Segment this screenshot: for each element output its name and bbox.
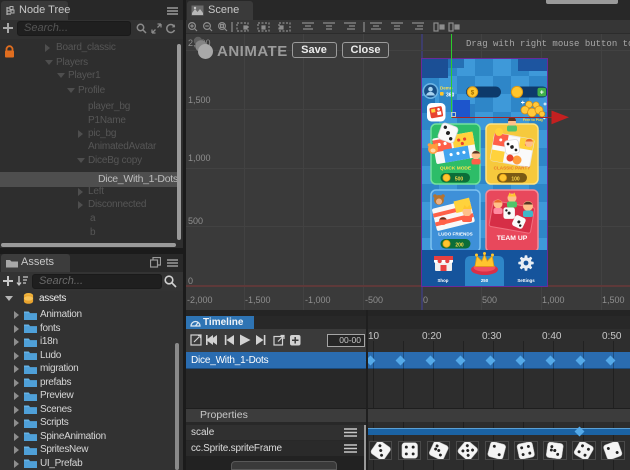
svg-text:$: $: [471, 89, 475, 96]
svg-text:500: 500: [455, 177, 464, 183]
svg-text:CLASSIC PARTY: CLASSIC PARTY: [494, 166, 531, 171]
svg-text:250: 250: [481, 278, 489, 283]
svg-text:Shop: Shop: [438, 278, 449, 283]
svg-text:Free to Play: Free to Play: [523, 118, 543, 122]
svg-text:Settings: Settings: [517, 278, 535, 283]
svg-text:+: +: [540, 90, 544, 97]
svg-text:TEAM UP: TEAM UP: [497, 235, 528, 242]
svg-text:200: 200: [455, 243, 464, 249]
svg-text:LUDO FRIENDS: LUDO FRIENDS: [438, 232, 472, 237]
svg-text:QUICK MODE: QUICK MODE: [440, 166, 472, 172]
svg-text:100: 100: [511, 177, 520, 183]
